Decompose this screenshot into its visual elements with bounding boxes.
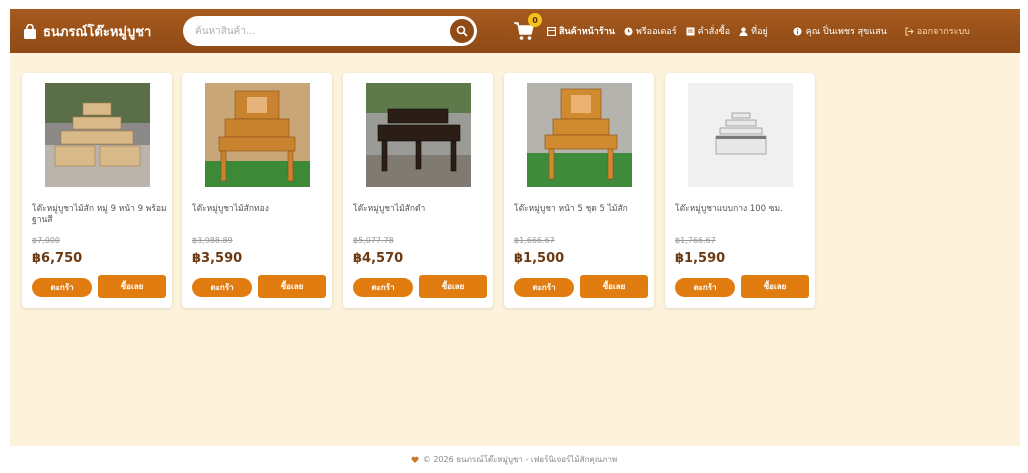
orders-icon [686,27,695,36]
nav-link-label: สินค้าหน้าร้าน [559,27,615,37]
product-card: โต๊ะหมู่บูชาไม้สักทอง ฿3,988.89 ฿3,590 ต… [182,73,332,308]
product-card: โต๊ะหมู่บูชา หน้า 5 ชุด 5 ไม้สัก ฿1,666.… [504,73,654,308]
shopping-bag-icon [24,23,36,39]
add-to-cart-button[interactable]: ตะกร้า [353,278,413,297]
buy-now-label: ซื้อเลย [280,282,304,291]
product-card: โต๊ะหมู่บูชาแบบกาง 100 ซม. ฿1,766.67 ฿1,… [665,73,815,308]
footer: © 2026 ธนภรณ์โต๊ะหมู่บูชา - เฟอร์นิเจอร์… [0,446,1028,473]
add-to-cart-label: ตะกร้า [50,283,74,292]
buy-now-label: ซื้อเลย [120,282,144,291]
product-card: โต๊ะหมู่บูชาไม้สักดำ ฿5,077.78 ฿4,570 ตะ… [343,73,493,308]
product-image[interactable] [205,83,310,187]
product-name[interactable]: โต๊ะหมู่บูชา หน้า 5 ชุด 5 ไม้สัก [514,204,649,215]
buy-now-label: ซื้อเลย [602,282,626,291]
user-info-icon [793,27,802,36]
user-menu[interactable]: คุณ ปิ่นเพชร สุขแสน [793,24,887,38]
footer-text: © 2026 ธนภรณ์โต๊ะหมู่บูชา - เฟอร์นิเจอร์… [422,455,618,464]
cart-count-badge: 0 [528,13,542,27]
add-to-cart-label: ตะกร้า [371,283,395,292]
preorder-icon [624,27,633,36]
logout-button[interactable]: ออกจากระบบ [905,24,970,38]
user-name: คุณ ปิ่นเพชร สุขแสน [805,27,887,37]
logout-label: ออกจากระบบ [916,27,970,37]
nav-link-label: ที่อยู่ [751,27,768,37]
nav-links: สินค้าหน้าร้าน พรีออเดอร์ คำสั่งซื้อ ที่… [547,24,777,38]
product-price: ฿1,500 [514,251,565,266]
search-input[interactable] [183,16,433,46]
product-price: ฿3,590 [192,251,243,266]
buy-now-button[interactable]: ซื้อเลย [98,275,166,298]
product-old-price: ฿1,666.67 [514,236,555,245]
search-box [183,16,477,46]
add-to-cart-button[interactable]: ตะกร้า [32,278,92,297]
product-price: ฿1,590 [675,251,726,266]
add-to-cart-label: ตะกร้า [210,283,234,292]
navbar: ธนภรณ์โต๊ะหมู่บูชา 0 สินค้าหน้าร้าน [10,9,1020,53]
product-old-price: ฿5,077.78 [353,236,394,245]
product-area: โต๊ะหมู่บูชาไม้สัก หมู่ 9 หน้า 9 พร้อมฐา… [10,53,1020,446]
add-to-cart-label: ตะกร้า [532,283,556,292]
product-price: ฿4,570 [353,251,404,266]
brand[interactable]: ธนภรณ์โต๊ะหมู่บูชา [23,21,171,42]
nav-link-preorder[interactable]: พรีออเดอร์ [624,24,677,38]
product-old-price: ฿7,000 [32,236,60,245]
product-card: โต๊ะหมู่บูชาไม้สัก หมู่ 9 หน้า 9 พร้อมฐา… [22,73,172,308]
add-to-cart-button[interactable]: ตะกร้า [514,278,574,297]
cart-button[interactable]: 0 [513,13,542,42]
product-name[interactable]: โต๊ะหมู่บูชาไม้สัก หมู่ 9 หน้า 9 พร้อมฐา… [32,204,167,226]
logout-icon [905,27,914,36]
product-image[interactable] [688,83,793,187]
product-image[interactable] [366,83,471,187]
heart-icon [411,456,419,464]
buy-now-button[interactable]: ซื้อเลย [419,275,487,298]
product-old-price: ฿1,766.67 [675,236,716,245]
add-to-cart-button[interactable]: ตะกร้า [675,278,735,297]
add-to-cart-button[interactable]: ตะกร้า [192,278,252,297]
search-button[interactable] [450,19,474,43]
nav-link-address[interactable]: ที่อยู่ [739,24,768,38]
nav-link-label: พรีออเดอร์ [635,27,677,37]
product-price: ฿6,750 [32,251,83,266]
search-icon [456,25,468,37]
nav-link-label: คำสั่งซื้อ [697,27,731,37]
product-name[interactable]: โต๊ะหมู่บูชาไม้สักทอง [192,204,327,215]
buy-now-label: ซื้อเลย [441,282,465,291]
product-name[interactable]: โต๊ะหมู่บูชาไม้สักดำ [353,204,488,215]
buy-now-button[interactable]: ซื้อเลย [580,275,648,298]
buy-now-label: ซื้อเลย [763,282,787,291]
buy-now-button[interactable]: ซื้อเลย [741,275,809,298]
product-old-price: ฿3,988.89 [192,236,233,245]
address-icon [739,27,748,36]
buy-now-button[interactable]: ซื้อเลย [258,275,326,298]
product-image[interactable] [527,83,632,187]
product-image[interactable] [45,83,150,187]
add-to-cart-label: ตะกร้า [693,283,717,292]
nav-link-orders[interactable]: คำสั่งซื้อ [686,24,730,38]
product-name[interactable]: โต๊ะหมู่บูชาแบบกาง 100 ซม. [675,204,810,215]
storefront-icon [547,26,556,36]
brand-name: ธนภรณ์โต๊ะหมู่บูชา [43,24,152,40]
nav-link-storefront[interactable]: สินค้าหน้าร้าน [547,24,615,38]
